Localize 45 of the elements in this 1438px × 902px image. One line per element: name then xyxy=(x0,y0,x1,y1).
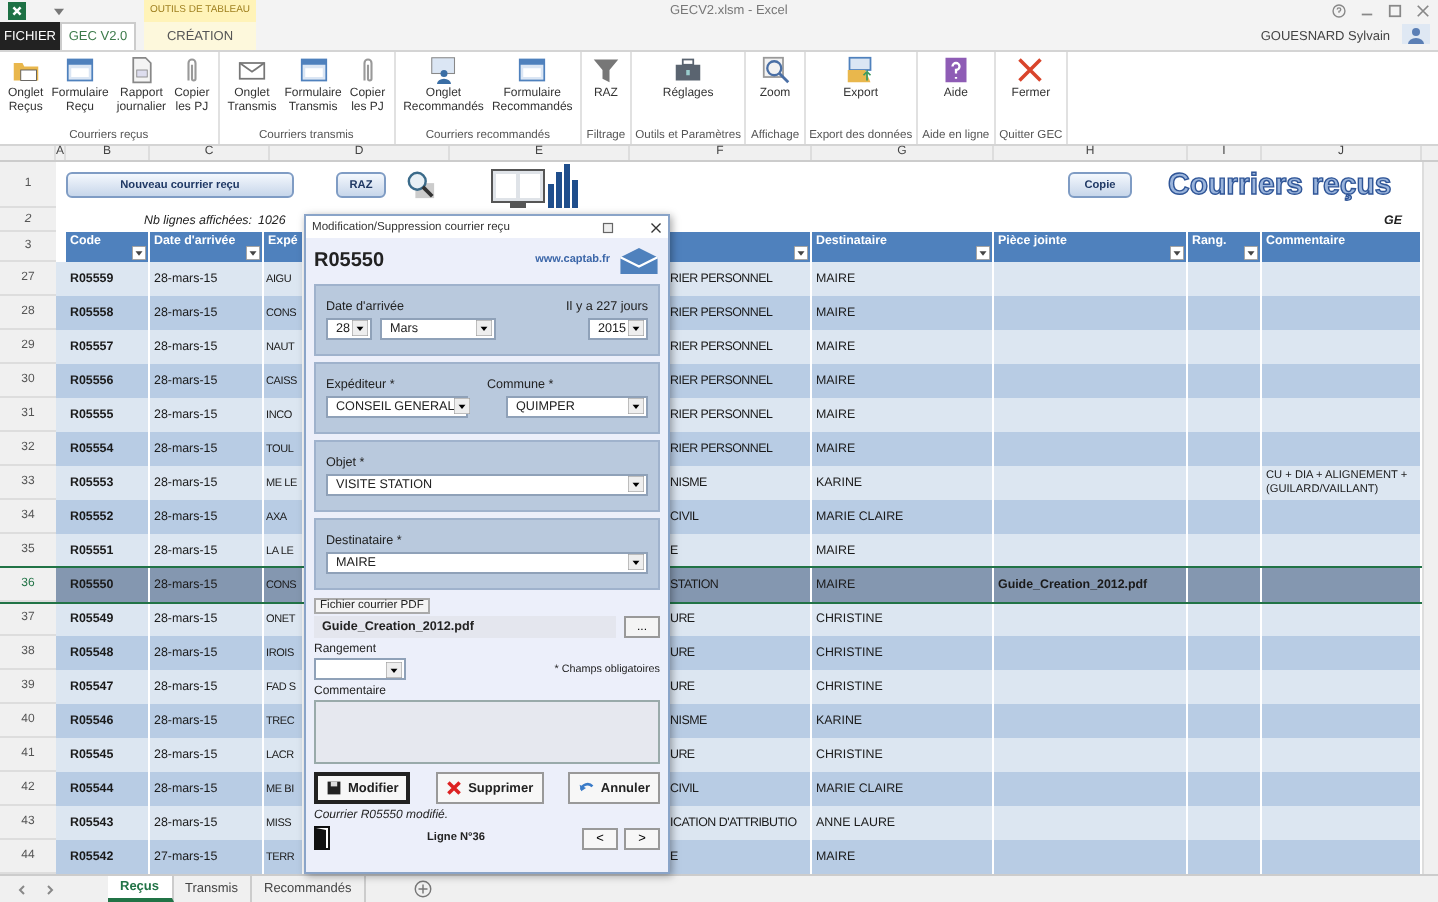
envelope-icon xyxy=(618,247,660,273)
sheet-heading: Courriers reçus xyxy=(1168,168,1392,202)
maximize-icon[interactable] xyxy=(1388,4,1402,18)
filter-button[interactable] xyxy=(246,246,260,260)
monitor-chart-icon[interactable] xyxy=(490,163,582,207)
window-icon xyxy=(66,56,95,84)
filter-button[interactable] xyxy=(132,246,146,260)
add-sheet-icon[interactable] xyxy=(413,880,432,898)
caret-icon xyxy=(352,320,368,336)
window-icon xyxy=(299,56,328,84)
storage-dropdown[interactable] xyxy=(314,658,406,680)
window-icon[interactable] xyxy=(602,221,614,233)
magnifier-icon[interactable] xyxy=(406,170,436,200)
toolbox-icon xyxy=(674,56,703,84)
document-icon xyxy=(127,56,156,84)
magnifier-icon xyxy=(761,56,790,84)
caret-icon xyxy=(628,476,644,492)
help-icon[interactable] xyxy=(1332,4,1346,18)
filter-button[interactable] xyxy=(794,246,808,260)
caret-icon xyxy=(628,320,644,336)
envelope-icon xyxy=(237,56,266,84)
caret-icon xyxy=(628,398,644,414)
undo-icon xyxy=(578,780,595,796)
caret-icon xyxy=(454,398,471,414)
export-icon xyxy=(846,56,875,84)
window-icon xyxy=(518,56,547,84)
caret-icon[interactable] xyxy=(54,7,64,15)
help-icon xyxy=(941,56,970,84)
filter-icon xyxy=(591,56,620,84)
previous-sheet-icon[interactable] xyxy=(16,883,28,895)
filter-button[interactable] xyxy=(1170,246,1184,260)
people-icon xyxy=(429,56,458,84)
comment-field[interactable] xyxy=(314,700,660,764)
avatar-icon[interactable] xyxy=(1402,24,1430,44)
caret-icon xyxy=(476,320,492,336)
next-sheet-icon[interactable] xyxy=(44,883,56,895)
filter-button[interactable] xyxy=(976,246,990,260)
door-icon[interactable] xyxy=(314,826,330,850)
caret-icon xyxy=(628,554,644,570)
close-icon xyxy=(1016,56,1045,84)
x-mark-icon xyxy=(446,780,463,796)
close-icon[interactable] xyxy=(650,221,662,233)
vertical-scrollbar[interactable] xyxy=(1422,162,1438,874)
caret-icon xyxy=(386,661,402,677)
filter-button[interactable] xyxy=(1244,246,1258,260)
